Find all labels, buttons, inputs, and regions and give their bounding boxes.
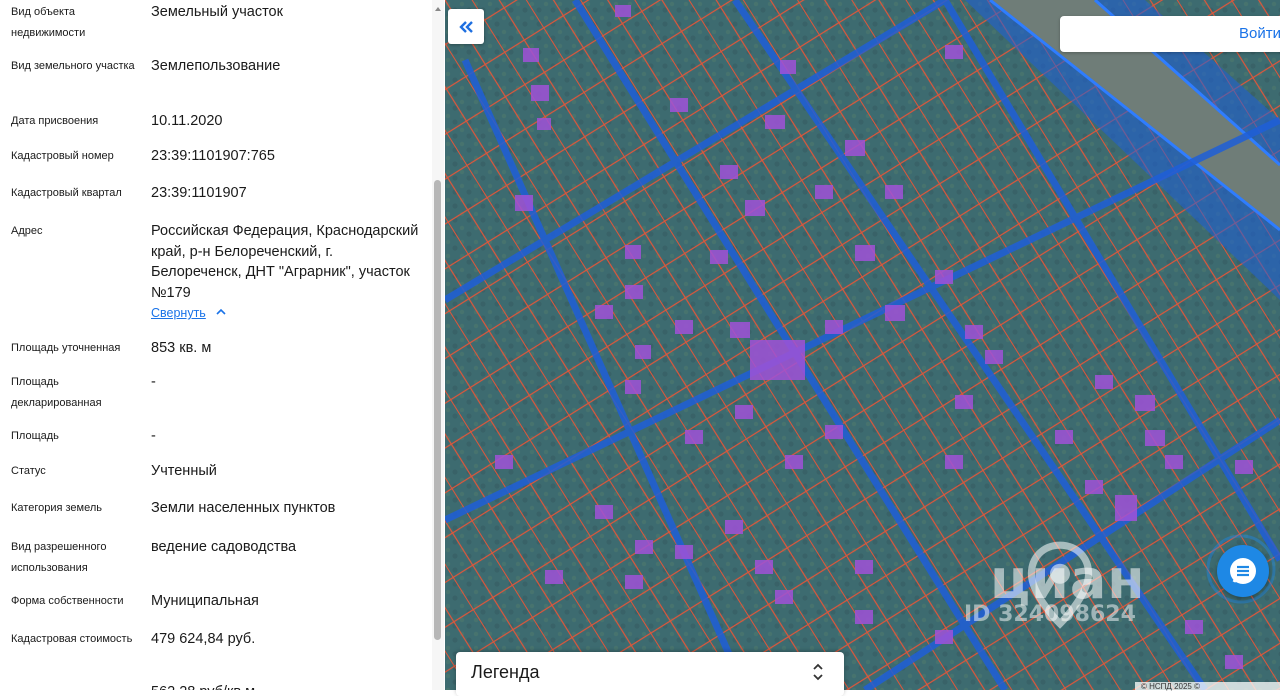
legend-panel[interactable]: Легенда: [456, 652, 844, 696]
detail-value: ведение садоводства: [151, 539, 297, 555]
chat-bubble-icon: [1230, 558, 1256, 584]
detail-label: Площадь декларированная: [11, 376, 102, 409]
scrollbar-thumb[interactable]: [434, 180, 441, 640]
detail-value: Муниципальная: [151, 593, 259, 609]
chevron-up-down-icon[interactable]: [811, 662, 825, 682]
detail-label: Дата присвоения: [11, 115, 99, 127]
detail-label: Вид объекта недвижимости: [11, 6, 86, 39]
detail-label: Форма собственности: [11, 595, 124, 607]
detail-value: Земли населенных пунктов: [151, 500, 336, 516]
object-info-panel: Вид объекта недвижимости Земельный участ…: [0, 0, 445, 690]
detail-label: Вид разрешенного использования: [11, 541, 107, 574]
chevron-up-icon[interactable]: [214, 305, 228, 319]
legend-title: Легенда: [471, 662, 540, 682]
detail-label: Кадастровый квартал: [11, 187, 122, 199]
scroll-up-arrow-icon[interactable]: [433, 4, 443, 14]
detail-label: Категория земель: [11, 502, 102, 514]
detail-value: 562,28 руб/кв.м: [151, 682, 426, 690]
detail-value: 23:39:1101907:765: [151, 148, 275, 164]
detail-label: Статус: [11, 465, 46, 477]
login-link[interactable]: Войти: [1239, 25, 1280, 42]
detail-value: 10.11.2020: [151, 113, 223, 129]
detail-value: 23:39:1101907: [151, 185, 247, 201]
detail-value: 479 624,84 руб.: [151, 631, 256, 647]
detail-value: -: [151, 428, 156, 444]
detail-label: Площадь уточненная: [11, 342, 121, 354]
detail-label: Кадастровый номер: [11, 150, 114, 162]
chat-button[interactable]: [1217, 545, 1269, 597]
detail-value: 853 кв. м: [151, 340, 212, 356]
collapse-address-link[interactable]: Свернуть: [151, 304, 206, 322]
detail-label: Площадь: [11, 430, 59, 442]
detail-value: Учтенный: [151, 463, 217, 479]
detail-value: Землепользование: [151, 58, 281, 74]
detail-value: Российская Федерация, Краснодарский край…: [151, 223, 419, 301]
cadastral-map[interactable]: [445, 0, 1280, 690]
watermark-id: ID 324098624: [964, 602, 1136, 627]
double-chevron-left-icon: [459, 20, 473, 33]
collapse-panel-button[interactable]: [448, 9, 484, 44]
detail-label: Вид земельного участка: [11, 60, 135, 72]
detail-label: Адрес: [11, 225, 43, 237]
detail-value: -: [151, 374, 156, 390]
map-copyright: © НСПД 2025 ©: [1135, 682, 1280, 692]
detail-value: Земельный участок: [151, 4, 283, 20]
detail-label: Кадастровая стоимость: [11, 633, 133, 645]
